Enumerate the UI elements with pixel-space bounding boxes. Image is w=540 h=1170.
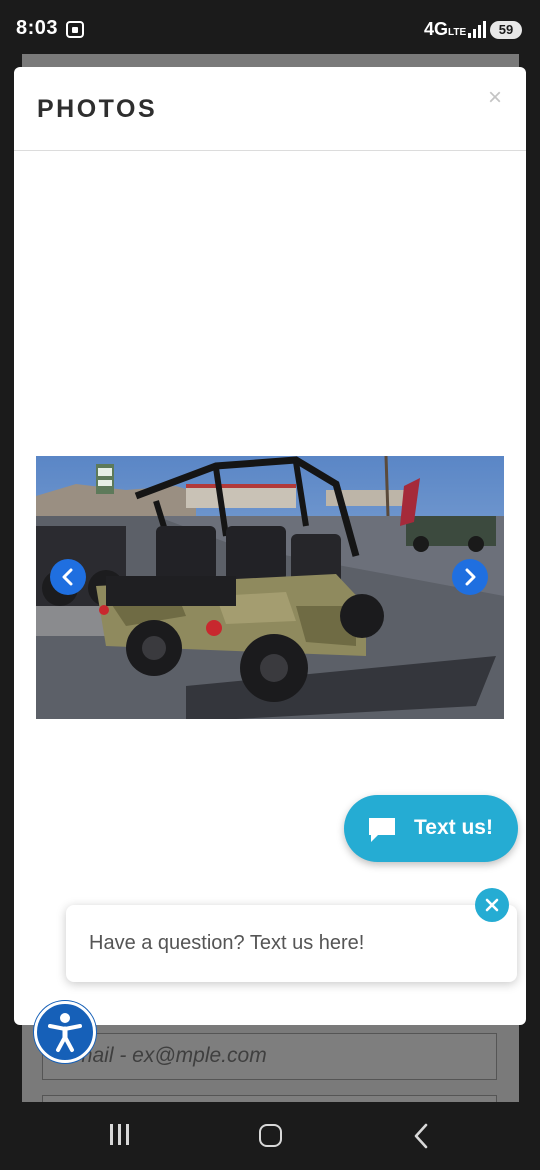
battery-badge: 59 (490, 21, 522, 39)
recents-icon[interactable] (108, 1124, 132, 1146)
chevron-left-icon (62, 568, 73, 586)
photos-modal: PHOTOS × (14, 67, 526, 1025)
status-time: 8:03 (16, 17, 59, 39)
chat-prompt-close-button[interactable] (475, 888, 509, 922)
chat-prompt-bubble[interactable]: Have a question? Text us here! (66, 905, 517, 982)
chat-icon (369, 818, 395, 842)
accessibility-icon (48, 1013, 82, 1052)
network-sub: LTE (448, 27, 467, 38)
chevron-right-icon (465, 568, 476, 586)
text-us-button[interactable]: Text us! (344, 795, 518, 862)
network-indicator: 4GLTE (424, 19, 466, 40)
photo-carousel[interactable] (36, 456, 504, 719)
home-icon[interactable] (259, 1124, 282, 1147)
back-icon[interactable] (412, 1123, 430, 1149)
system-nav-bar (0, 1102, 540, 1170)
modal-title: PHOTOS (37, 95, 158, 123)
modal-header: PHOTOS × (14, 67, 526, 151)
close-icon (485, 898, 499, 912)
carousel-next-button[interactable] (452, 559, 488, 595)
carousel-prev-button[interactable] (50, 559, 86, 595)
accessibility-button[interactable] (34, 1001, 96, 1063)
close-icon[interactable]: × (484, 86, 506, 110)
text-us-label: Text us! (414, 816, 493, 839)
status-bar: 8:03 4GLTE 59 (0, 0, 540, 54)
network-type: 4G (424, 19, 449, 39)
screenshot-icon (66, 21, 84, 38)
vehicle-photo (36, 456, 504, 719)
signal-icon (468, 20, 486, 38)
email-field[interactable]: Email - ex@mple.com (42, 1033, 497, 1080)
chat-prompt-text: Have a question? Text us here! (89, 932, 365, 954)
